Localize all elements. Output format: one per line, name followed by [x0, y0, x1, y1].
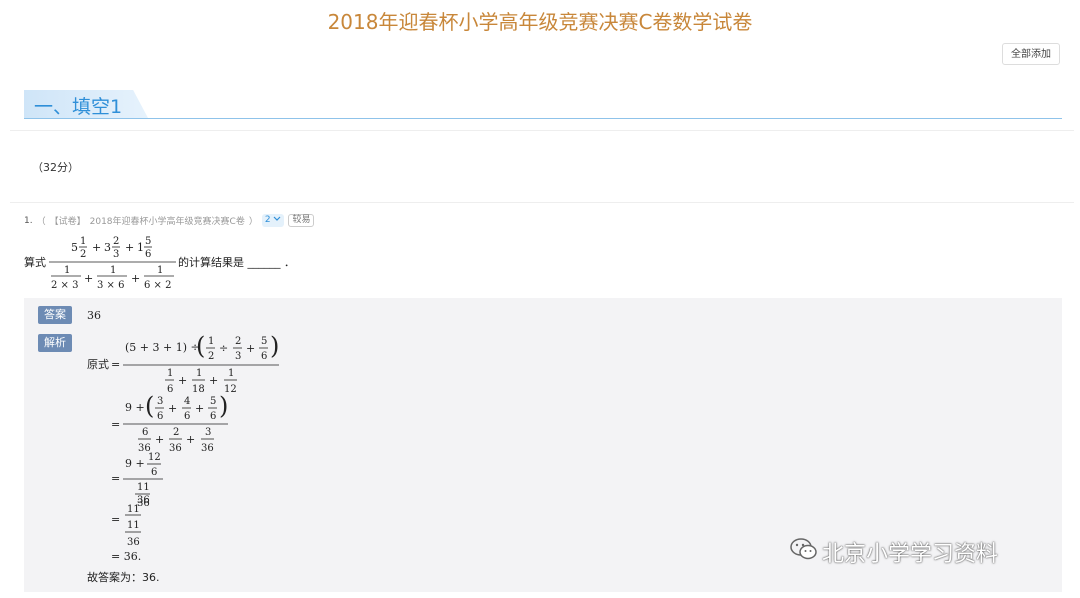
- svg-text:6: 6: [142, 427, 148, 438]
- svg-text:9 +: 9 +: [125, 457, 145, 470]
- final-result: = 36.: [111, 550, 141, 563]
- op: +: [125, 241, 134, 254]
- analysis-formula: 原式 = (5 + 3 + 1) ÷ ( 1 2 ÷ 2 3 + 5 6 ) 1…: [87, 332, 279, 563]
- svg-text:6: 6: [151, 467, 157, 478]
- section-title: 一、填空1: [34, 96, 123, 118]
- analysis-conclusion: 故答案为：36.: [87, 571, 160, 584]
- svg-text:2: 2: [235, 336, 241, 347]
- svg-text:5: 5: [261, 336, 267, 347]
- op: +: [92, 241, 101, 254]
- svg-text:+: +: [178, 374, 187, 387]
- svg-text:(: (: [145, 392, 154, 420]
- frac-num: 1: [80, 236, 86, 247]
- frac-den: 6: [145, 249, 151, 260]
- frac-num: 1: [110, 265, 116, 276]
- source-open: （: [36, 217, 46, 227]
- svg-text:÷: ÷: [219, 342, 228, 355]
- frac-den: 3: [113, 249, 119, 260]
- svg-text:6: 6: [157, 411, 163, 422]
- op-eq: =: [111, 358, 120, 371]
- svg-text:3: 3: [205, 427, 211, 438]
- answer-tag: 答案: [38, 306, 72, 324]
- frac-den: 3 × 6: [97, 280, 124, 291]
- op-eq: =: [111, 513, 120, 526]
- frac-num: 5: [145, 236, 151, 247]
- analysis-tag: 解析: [38, 334, 72, 352]
- svg-text:1: 1: [228, 368, 234, 379]
- divider: [10, 202, 1074, 203]
- watermark-text: 北京小学学习资料: [822, 542, 999, 567]
- source-tag: 【试卷】: [49, 217, 86, 227]
- svg-text:11: 11: [127, 520, 140, 531]
- frac-whole: 5: [71, 241, 78, 254]
- svg-text:18: 18: [192, 384, 205, 395]
- svg-text:1: 1: [196, 368, 202, 379]
- chevron-down-icon: [273, 215, 281, 225]
- op: +: [131, 272, 140, 285]
- frac-whole: 3: [104, 241, 111, 254]
- op-eq: =: [111, 418, 120, 431]
- op-eq: =: [111, 472, 120, 485]
- svg-text:6: 6: [184, 411, 190, 422]
- svg-text:3: 3: [157, 396, 163, 407]
- svg-text:+: +: [209, 374, 218, 387]
- question-formula: 算式 5 1 2 + 3 2 3 + 1 5 6 1 2 × 3 + 1 3 ×: [24, 236, 295, 291]
- question-number: 1.: [24, 215, 33, 226]
- frac-num: 1: [64, 265, 70, 276]
- frac-den: 6 × 2: [144, 280, 171, 291]
- divider: [10, 130, 1074, 131]
- svg-text:11: 11: [137, 482, 150, 493]
- frac-num: 1: [157, 265, 163, 276]
- svg-text:3: 3: [235, 351, 241, 362]
- add-all-button[interactable]: 全部添加: [1002, 43, 1060, 65]
- svg-text:+: +: [186, 433, 195, 446]
- svg-text:1: 1: [208, 336, 214, 347]
- svg-text:6: 6: [167, 384, 173, 395]
- frac-num: 2: [113, 236, 119, 247]
- op: +: [84, 272, 93, 285]
- svg-text:6: 6: [210, 411, 216, 422]
- section-score: （32分）: [32, 161, 79, 174]
- question-suffix: 的计算结果是 ______ ．: [178, 255, 295, 269]
- wechat-icon: [790, 538, 818, 566]
- svg-text:2: 2: [208, 351, 214, 362]
- frac-whole: 1: [137, 241, 144, 254]
- page-title: 2018年迎春杯小学高年级竞赛决赛C卷数学试卷: [327, 10, 753, 34]
- svg-text:+: +: [195, 402, 204, 415]
- svg-text:36: 36: [201, 443, 214, 454]
- svg-text:2: 2: [173, 427, 179, 438]
- svg-text:12: 12: [148, 452, 161, 463]
- question-source[interactable]: 2018年迎春杯小学高年级竞赛决赛C卷: [90, 214, 245, 227]
- watermark: 北京小学学习资料: [790, 536, 998, 568]
- svg-text:+: +: [246, 342, 255, 355]
- svg-text:): ): [270, 332, 279, 360]
- section-underline: [24, 118, 1062, 119]
- svg-text:4: 4: [184, 396, 190, 407]
- svg-text:): ): [219, 392, 228, 420]
- question-prefix: 算式: [24, 255, 46, 269]
- svg-text:(: (: [196, 332, 205, 360]
- analysis-prefix: 原式: [87, 358, 109, 371]
- svg-text:9 +: 9 +: [125, 401, 145, 414]
- svg-text:5: 5: [210, 396, 216, 407]
- svg-text:6: 6: [261, 351, 267, 362]
- svg-text:36: 36: [169, 443, 182, 454]
- count-badge[interactable]: 2: [261, 214, 285, 227]
- count-value: 2: [264, 215, 271, 225]
- answer-value: 36: [87, 309, 101, 322]
- svg-text:+: +: [155, 433, 164, 446]
- svg-text:1: 1: [167, 368, 173, 379]
- svg-text:+: +: [168, 402, 177, 415]
- line1-num-head: (5 + 3 + 1) ÷: [125, 341, 200, 354]
- frac-den: 2: [80, 249, 86, 260]
- frac-den: 2 × 3: [51, 280, 78, 291]
- svg-text:36: 36: [137, 495, 150, 506]
- svg-text:36: 36: [127, 537, 140, 548]
- difficulty-badge: 较易: [288, 214, 315, 227]
- question-meta: 1. （ 【试卷】 2018年迎春杯小学高年级竞赛决赛C卷 ） 2 较易: [24, 214, 315, 227]
- source-close: ）: [248, 217, 258, 227]
